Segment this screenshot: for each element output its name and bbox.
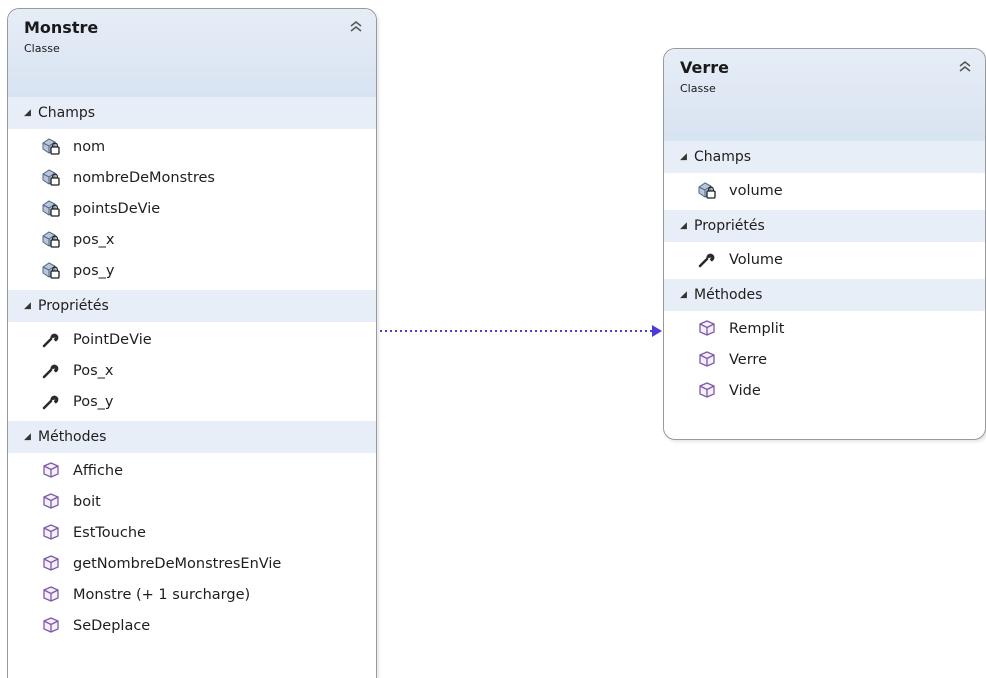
member-field[interactable]: nom [8,132,376,163]
class-stereotype: Classe [24,42,60,55]
collapse-triangle-icon[interactable]: ◢ [24,97,38,129]
section-header-method[interactable]: ◢ Méthodes [8,421,376,453]
member-method[interactable]: getNombreDeMonstresEnVie [8,549,376,580]
section-body: Volume [664,242,985,279]
member-label: PointDeVie [73,332,152,348]
class-stereotype: Classe [680,82,716,95]
field-private-icon [42,262,60,279]
class-header: Verre Classe [664,49,985,141]
member-label: nom [73,139,106,155]
collapse-triangle-icon[interactable]: ◢ [24,290,38,322]
collapse-triangle-icon[interactable]: ◢ [680,279,694,311]
field-private-icon [42,138,60,155]
field-private-icon [42,169,60,186]
class-header: Monstre Classe [8,9,376,97]
wrench-icon [42,395,59,410]
method-cube-icon [699,382,715,398]
method-cube-icon [43,617,59,633]
section-header-field[interactable]: ◢ Champs [8,97,376,129]
wrench-icon [698,253,715,268]
member-label: Monstre (+ 1 surcharge) [73,587,251,603]
member-method[interactable]: SeDeplace [8,611,376,642]
member-label: Volume [729,252,783,268]
member-label: Vide [729,383,761,399]
field-private-icon [42,231,60,248]
section-header-method[interactable]: ◢ Méthodes [664,279,985,311]
method-cube-icon [699,320,715,336]
section-header-field[interactable]: ◢ Champs [664,141,985,173]
member-property[interactable]: Pos_y [8,387,376,418]
member-label: Affiche [73,463,124,479]
member-label: pos_x [73,232,115,248]
member-field[interactable]: pos_x [8,225,376,256]
member-label: volume [729,183,783,199]
wrench-icon [42,364,59,379]
member-method[interactable]: Verre [664,345,985,376]
member-property[interactable]: PointDeVie [8,325,376,356]
section-body: volume [664,173,985,210]
member-property[interactable]: Volume [664,245,985,276]
member-label: Verre [729,352,767,368]
collapse-triangle-icon[interactable]: ◢ [24,421,38,453]
member-label: Pos_y [73,394,114,410]
class-box-monstre[interactable]: Monstre Classe ◢ Champs nom nombreDeMonstre… [7,8,377,678]
section-body: Affiche boit EstTouche getNombreDeMonstresE… [8,453,376,645]
section-header-property[interactable]: ◢ Propriétés [8,290,376,322]
field-private-icon [42,200,60,217]
member-method[interactable]: Vide [664,376,985,407]
section-title: Champs [694,149,752,165]
section-header-property[interactable]: ◢ Propriétés [664,210,985,242]
member-method[interactable]: Affiche [8,456,376,487]
member-label: EstTouche [73,525,146,541]
method-cube-icon [43,493,59,509]
member-label: pos_y [73,263,115,279]
collapse-triangle-icon[interactable]: ◢ [680,210,694,242]
member-label: nombreDeMonstres [73,170,215,186]
member-method[interactable]: EstTouche [8,518,376,549]
method-cube-icon [43,524,59,540]
method-cube-icon [43,462,59,478]
member-method[interactable]: boit [8,487,376,518]
method-cube-icon [43,555,59,571]
member-label: getNombreDeMonstresEnVie [73,556,282,572]
section-title: Méthodes [38,429,107,445]
class-box-verre[interactable]: Verre Classe ◢ Champs volume ◢ Propriétés Vol… [663,48,986,440]
member-label: Pos_x [73,363,114,379]
member-field[interactable]: pointsDeVie [8,194,376,225]
section-body: PointDeVie Pos_x Pos_y [8,322,376,421]
section-title: Propriétés [694,218,765,234]
method-cube-icon [699,351,715,367]
member-field[interactable]: pos_y [8,256,376,287]
member-label: boit [73,494,101,510]
member-method[interactable]: Monstre (+ 1 surcharge) [8,580,376,611]
collapse-chevron-icon[interactable] [348,18,364,34]
class-name: Monstre [24,18,99,37]
collapse-chevron-icon[interactable] [957,58,973,74]
member-field[interactable]: volume [664,176,985,207]
method-cube-icon [43,586,59,602]
field-private-icon [698,182,716,199]
section-body: Remplit Verre Vide [664,311,985,410]
section-title: Méthodes [694,287,763,303]
section-title: Propriétés [38,298,109,314]
member-field[interactable]: nombreDeMonstres [8,163,376,194]
section-body: nom nombreDeMonstres pointsDeVie pos_x pos_y [8,129,376,290]
member-label: SeDeplace [73,618,151,634]
section-title: Champs [38,105,96,121]
member-label: pointsDeVie [73,201,161,217]
member-property[interactable]: Pos_x [8,356,376,387]
class-name: Verre [680,58,729,77]
wrench-icon [42,333,59,348]
collapse-triangle-icon[interactable]: ◢ [680,141,694,173]
member-method[interactable]: Remplit [664,314,985,345]
member-label: Remplit [729,321,785,337]
